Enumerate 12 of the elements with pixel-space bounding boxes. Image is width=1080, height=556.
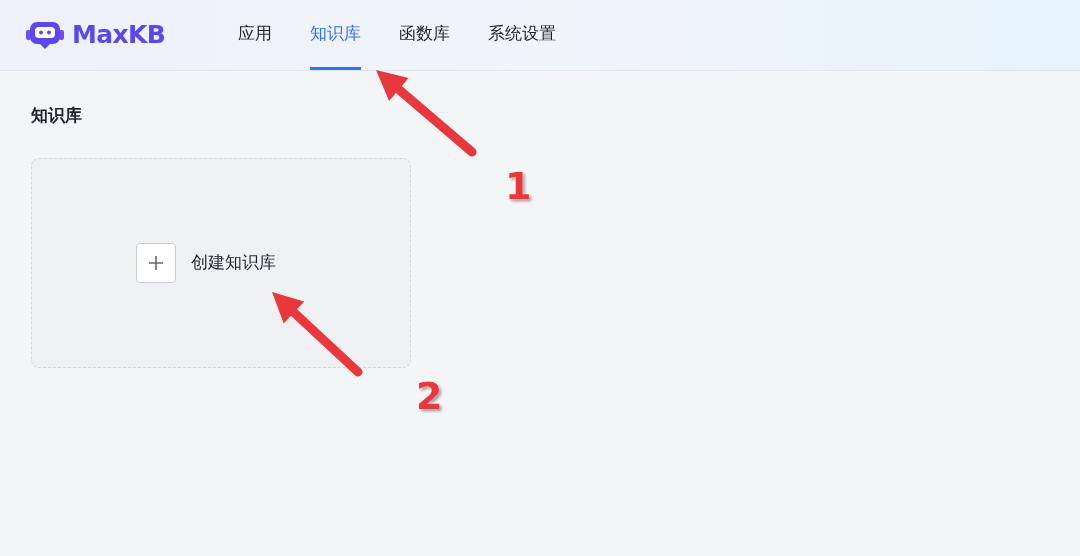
nav-tab[interactable]: 系统设置	[488, 0, 556, 70]
plus-icon	[136, 242, 176, 283]
nav-tab[interactable]: 函数库	[399, 0, 450, 70]
create-card[interactable]: 创建知识库	[31, 157, 411, 368]
annotation-number: 1	[505, 163, 532, 210]
logo-text: MaxKB	[72, 19, 166, 52]
page-title: 知识库	[31, 104, 83, 127]
nav-tab[interactable]: 应用	[238, 0, 272, 70]
annotation-number: 2	[416, 373, 443, 420]
create-label: 创建知识库	[191, 250, 276, 274]
robot-icon	[26, 21, 64, 49]
nav-tab[interactable]: 知识库	[310, 0, 361, 70]
